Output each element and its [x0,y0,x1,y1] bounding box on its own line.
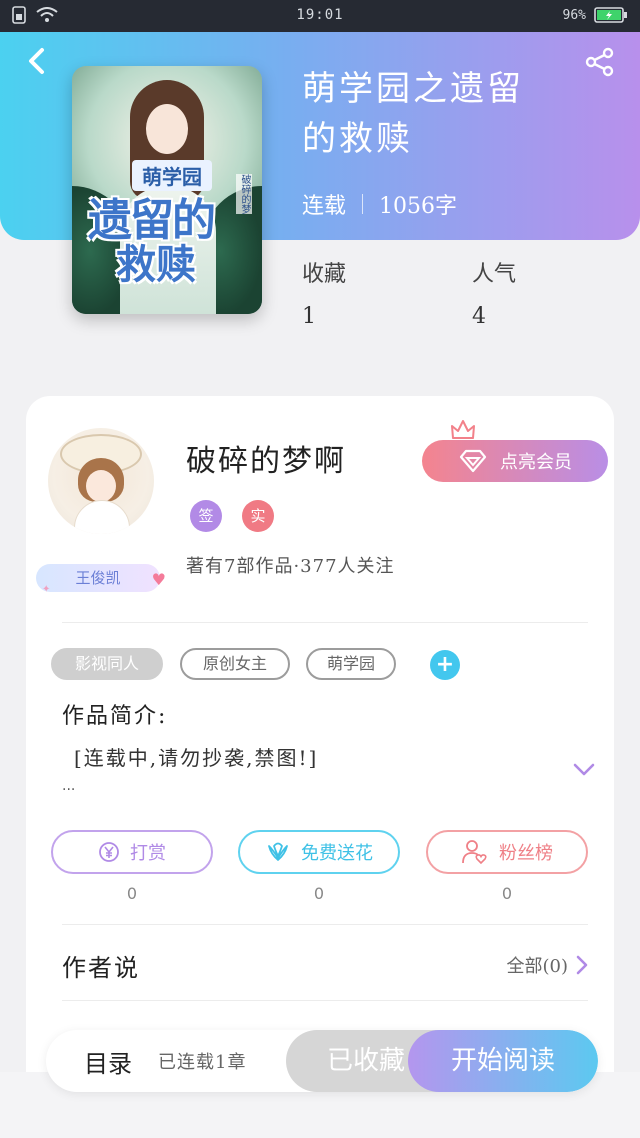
toc-button[interactable]: 目录 [84,1044,132,1079]
tag-item[interactable]: 萌学园 [306,648,396,680]
flower-count: 0 [313,884,325,903]
start-reading-button[interactable]: 开始阅读 [408,1030,598,1092]
verified-badge: 实 [242,500,274,532]
cover-side-text: 破碎的梦 [236,174,252,214]
intro-text: [连载中,请勿抄袭,禁图!] [74,746,319,770]
separator [362,194,364,214]
fan-ranking-label: 粉丝榜 [499,843,553,864]
reward-button[interactable]: 打赏 [51,830,213,874]
add-tag-button[interactable]: + [430,650,460,680]
send-flower-label: 免费送花 [301,843,373,864]
stat-popularity: 人气 4 [472,256,516,329]
yen-icon [99,842,119,862]
send-flower-button[interactable]: 免费送花 [238,830,400,874]
diamond-icon [459,449,487,473]
divider [62,924,588,925]
author-meta: 著有7部作品·377人关注 [186,556,395,577]
fan-count: 0 [501,884,513,903]
stat-label: 人气 [472,262,517,287]
star-icon: ✦ [42,584,51,595]
user-heart-icon [462,840,487,865]
view-all-label: 全部(0) [506,956,569,977]
battery-icon [594,7,627,23]
stat-value: 1 [302,304,316,329]
heart-icon: ♥ [151,570,166,589]
chevron-down-icon[interactable] [572,762,596,778]
stat-value: 4 [472,304,486,329]
view-all-link[interactable]: 全部(0) [507,952,589,978]
divider [62,1000,588,1001]
reward-label: 打赏 [130,843,166,864]
signed-badge: 签 [190,500,222,532]
intro-ellipsis: ... [62,778,76,794]
vip-label: 点亮会员 [500,452,572,473]
divider [62,622,588,623]
back-icon[interactable] [22,44,52,78]
share-icon[interactable] [584,46,616,78]
chapter-count: 已连载1章 [158,1052,247,1073]
author-name[interactable]: 破碎的梦啊 [186,436,346,480]
status-bar: 19:01 96% [0,0,640,32]
stat-favorites: 收藏 1 [302,256,346,329]
flower-icon [268,842,288,861]
vip-button[interactable]: 点亮会员 [422,440,608,482]
fan-badge: ✦ 王俊凯 ♥ [36,564,166,595]
fan-ranking-button[interactable]: 粉丝榜 [426,830,588,874]
tag-item[interactable]: 原创女主 [180,648,290,680]
author-says-title: 作者说 [62,954,140,982]
book-status: 连载 1056字 [302,188,457,220]
battery-percent: 96% [562,7,586,23]
reward-count: 0 [126,884,138,903]
chevron-right-icon [576,955,588,975]
word-count: 1056字 [379,194,458,219]
bottom-action-bar: 目录 已连载1章 已收藏 开始阅读 [46,1030,598,1092]
serial-status: 连载 [302,194,347,219]
book-cover: 萌学园 遗留的 救赎 破碎的梦 [72,66,262,314]
intro-heading: 作品简介: [62,704,168,729]
book-title: 萌学园之遗留的救赎 [302,69,524,159]
author-avatar[interactable] [48,428,154,534]
clock: 19:01 [296,7,344,23]
stat-label: 收藏 [302,262,347,287]
tag-item[interactable]: 影视同人 [51,648,163,680]
cover-title-2: 救赎 [116,241,196,288]
crown-icon [451,420,475,439]
